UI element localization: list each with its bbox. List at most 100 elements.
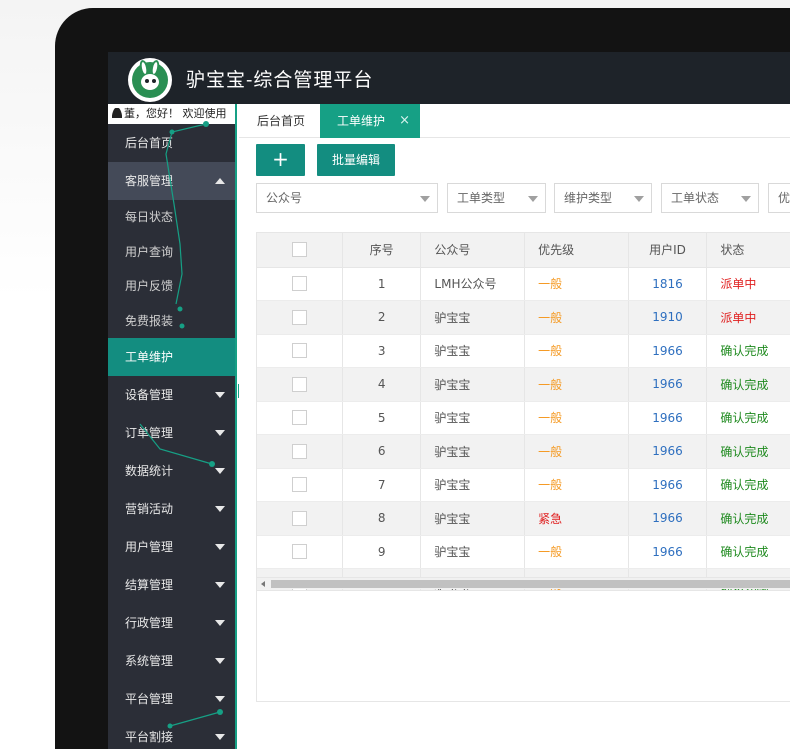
tab-bar: 后台首页 工单维护 × [239, 104, 790, 138]
cell-user-id-text: 1816 [652, 276, 683, 291]
chevron-down-icon [215, 734, 225, 740]
row-checkbox[interactable] [291, 343, 307, 359]
sidebar-item[interactable]: 免费报装 [108, 304, 235, 339]
sidebar-item[interactable]: 营销活动 [108, 490, 235, 528]
tab-work-order[interactable]: 工单维护 × [320, 104, 420, 138]
cell-status-text: 确认完成 [720, 478, 769, 493]
main-content: 后台首页 工单维护 × + 批量编辑 公众号 工单类型 维护类型 工单状态 优 … [239, 104, 790, 749]
cell-account: 驴宝宝 [420, 367, 526, 402]
cell-user-id: 1966 [628, 334, 708, 368]
select-all-checkbox[interactable] [291, 242, 307, 258]
sidebar-item[interactable]: 平台管理 [108, 680, 235, 718]
sidebar-item[interactable]: 数据统计 [108, 452, 235, 490]
cell-priority: 一般 [524, 267, 629, 301]
scroll-left-icon[interactable] [261, 581, 265, 587]
cell-account-text: 驴宝宝 [434, 411, 471, 426]
table-row[interactable]: 8 驴宝宝 紧急 1966 确认完成 [257, 501, 790, 536]
cell-user-id: 1966 [628, 501, 708, 536]
table-row[interactable]: 1 LMH公众号 一般 1816 派单中 [257, 267, 790, 301]
row-checkbox[interactable] [291, 477, 307, 493]
horizontal-scrollbar[interactable] [257, 577, 790, 589]
sidebar-item-label: 免费报装 [125, 313, 174, 328]
sidebar-item-label: 后台首页 [125, 136, 174, 150]
tab-home-label: 后台首页 [257, 114, 306, 128]
cell-no-text: 2 [377, 310, 386, 325]
header-user-id: 用户ID [628, 233, 708, 268]
sidebar-item[interactable]: 客服管理 [108, 162, 235, 200]
cell-no: 7 [342, 468, 422, 502]
order-type-select[interactable]: 工单类型 [447, 183, 546, 213]
table-row[interactable]: 2 驴宝宝 一般 1910 派单中 [257, 300, 790, 335]
sidebar-item-label: 用户管理 [125, 540, 174, 554]
cell-priority-text: 一般 [538, 277, 563, 292]
cell-no: 9 [342, 535, 422, 569]
row-checkbox[interactable] [291, 510, 307, 526]
cell-status-text: 确认完成 [720, 444, 769, 459]
sidebar-item[interactable]: 工单维护 [108, 338, 235, 376]
sidebar-item[interactable]: 平台割接 [108, 718, 235, 749]
sidebar-item[interactable]: 结算管理 [108, 566, 235, 604]
sidebar-item[interactable]: 系统管理 [108, 642, 235, 680]
sidebar-item[interactable]: 用户查询 [108, 235, 235, 270]
cell-user-id-text: 1966 [652, 544, 683, 559]
row-checkbox-cell [257, 434, 343, 469]
row-checkbox[interactable] [291, 276, 307, 292]
table-row[interactable]: 6 驴宝宝 一般 1966 确认完成 [257, 434, 790, 469]
app-header: 驴宝宝-综合管理平台 [108, 52, 790, 104]
cell-account-text: 驴宝宝 [434, 310, 471, 325]
table-row[interactable]: 7 驴宝宝 一般 1966 确认完成 [257, 468, 790, 502]
sidebar-item[interactable]: 用户管理 [108, 528, 235, 566]
account-select[interactable]: 公众号 [256, 183, 438, 213]
table-header-row: 序号 公众号 优先级 用户ID 状态 [257, 233, 790, 268]
row-checkbox[interactable] [291, 376, 307, 392]
cell-account: 驴宝宝 [420, 434, 526, 469]
cell-no: 8 [342, 501, 422, 536]
sidebar-item[interactable]: 每日状态 [108, 200, 235, 235]
chevron-down-icon [741, 196, 751, 202]
priority-select[interactable]: 优 [768, 183, 790, 213]
sidebar-item[interactable]: 后台首页 [108, 124, 235, 162]
sidebar-item[interactable]: 行政管理 [108, 604, 235, 642]
cell-account: 驴宝宝 [420, 535, 526, 569]
row-checkbox-cell [257, 300, 343, 335]
app-title: 驴宝宝-综合管理平台 [186, 69, 374, 91]
cell-no-text: 6 [377, 444, 386, 459]
close-icon[interactable]: × [399, 104, 410, 138]
row-checkbox-cell [257, 334, 343, 368]
sidebar-item[interactable]: 设备管理 [108, 376, 235, 414]
cell-user-id-text: 1910 [652, 310, 683, 325]
cell-status: 确认完成 [706, 501, 790, 536]
chevron-up-icon [215, 178, 225, 184]
row-checkbox[interactable] [291, 544, 307, 560]
table-row[interactable]: 9 驴宝宝 一般 1966 确认完成 [257, 535, 790, 569]
batch-edit-button[interactable]: 批量编辑 [317, 144, 395, 176]
chevron-down-icon [215, 582, 225, 588]
cell-no-text: 1 [377, 276, 386, 291]
cell-priority: 一般 [524, 334, 629, 368]
row-checkbox[interactable] [291, 410, 307, 426]
cell-account: 驴宝宝 [420, 401, 526, 435]
row-checkbox[interactable] [291, 309, 307, 325]
table-row[interactable]: 4 驴宝宝 一般 1966 确认完成 [257, 367, 790, 402]
table-row[interactable]: 3 驴宝宝 一般 1966 确认完成 [257, 334, 790, 368]
add-button[interactable]: + [256, 144, 305, 176]
cell-status: 确认完成 [706, 434, 790, 469]
sidebar-item[interactable]: 用户反馈 [108, 269, 235, 304]
maintain-type-select[interactable]: 维护类型 [554, 183, 652, 213]
tab-home[interactable]: 后台首页 [243, 104, 319, 138]
row-checkbox[interactable] [291, 443, 307, 459]
sidebar-item[interactable]: 订单管理 [108, 414, 235, 452]
cell-status: 确认完成 [706, 535, 790, 569]
table-row[interactable]: 5 驴宝宝 一般 1966 确认完成 [257, 401, 790, 435]
chevron-down-icon [215, 544, 225, 550]
cell-no-text: 8 [377, 511, 386, 526]
cell-status: 确认完成 [706, 367, 790, 402]
cell-no-text: 9 [377, 544, 386, 559]
cell-status: 派单中 [706, 267, 790, 301]
cell-account: 驴宝宝 [420, 300, 526, 335]
maintain-type-select-value: 维护类型 [564, 191, 613, 205]
scrollbar-thumb[interactable] [271, 580, 790, 588]
cell-user-id: 1966 [628, 468, 708, 502]
order-status-select[interactable]: 工单状态 [661, 183, 759, 213]
cell-account-text: 驴宝宝 [434, 478, 471, 493]
